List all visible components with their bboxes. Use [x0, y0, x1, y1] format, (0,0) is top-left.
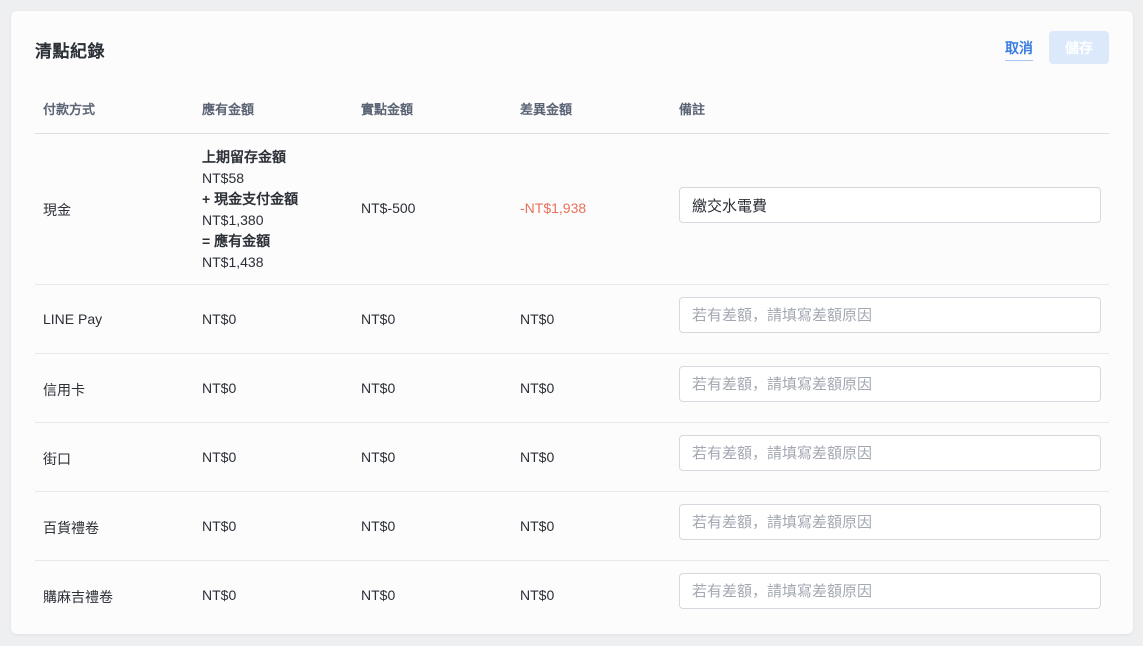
expected-total-value: NT$1,438 [202, 254, 264, 270]
counted-amount: NT$0 [361, 518, 396, 534]
expected-amount-breakdown: 上期留存金額 NT$58 + 現金支付金額 NT$1,380 = 應有金額 NT… [202, 147, 298, 273]
note-input[interactable] [679, 504, 1101, 540]
table-row: LINE Pay NT$0 NT$0 NT$0 [35, 285, 1109, 354]
table-row: 信用卡 NT$0 NT$0 NT$0 [35, 354, 1109, 423]
column-header-counted-amount: 實點金額 [361, 102, 414, 117]
note-input[interactable] [679, 187, 1101, 223]
count-table: 付款方式 應有金額 實點金額 差異金額 備註 現金 上期留存金額 NT$58 +… [35, 89, 1109, 630]
note-input[interactable] [679, 297, 1101, 333]
expected-amount: NT$0 [202, 311, 237, 327]
column-header-payment-method: 付款方式 [43, 102, 96, 117]
counted-amount: NT$0 [361, 449, 396, 465]
note-input[interactable] [679, 435, 1101, 471]
cash-payment-label: + 現金支付金額 [202, 191, 299, 207]
payment-method-label: 現金 [43, 202, 71, 218]
previous-balance-value: NT$58 [202, 170, 245, 186]
cancel-button[interactable]: 取消 [1005, 38, 1033, 61]
difference-amount: NT$0 [520, 587, 555, 603]
difference-amount: NT$0 [520, 380, 555, 396]
expected-amount: NT$0 [202, 380, 237, 396]
difference-amount: NT$0 [520, 518, 555, 534]
difference-amount: NT$0 [520, 449, 555, 465]
expected-amount: NT$0 [202, 518, 237, 534]
previous-balance-label: 上期留存金額 [202, 149, 286, 165]
cash-payment-value: NT$1,380 [202, 212, 264, 228]
counted-amount: NT$0 [361, 587, 396, 603]
payment-method-label: 購麻吉禮卷 [43, 589, 113, 605]
table-row: 百貨禮卷 NT$0 NT$0 NT$0 [35, 492, 1109, 561]
column-header-note: 備註 [679, 102, 706, 117]
column-header-difference: 差異金額 [520, 102, 573, 117]
expected-amount: NT$0 [202, 449, 237, 465]
table-row: 購麻吉禮卷 NT$0 NT$0 NT$0 [35, 561, 1109, 630]
cash-count-card: 清點紀錄 取消 儲存 付款方式 應有金額 實點金額 差異金額 備註 現金 上期留… [11, 11, 1133, 634]
note-input[interactable] [679, 573, 1101, 609]
save-button[interactable]: 儲存 [1049, 31, 1109, 64]
payment-method-label: 百貨禮卷 [43, 520, 99, 536]
counted-amount: NT$0 [361, 311, 396, 327]
difference-amount: NT$0 [520, 311, 555, 327]
payment-method-label: LINE Pay [43, 311, 103, 327]
table-row: 街口 NT$0 NT$0 NT$0 [35, 423, 1109, 492]
payment-method-label: 街口 [43, 451, 71, 467]
column-header-expected-amount: 應有金額 [202, 102, 255, 117]
table-row-cash: 現金 上期留存金額 NT$58 + 現金支付金額 NT$1,380 = 應有金額… [35, 134, 1109, 285]
difference-amount: -NT$1,938 [520, 200, 587, 216]
counted-amount: NT$0 [361, 380, 396, 396]
expected-amount: NT$0 [202, 587, 237, 603]
page-title: 清點紀錄 [35, 42, 105, 61]
payment-method-label: 信用卡 [43, 382, 85, 398]
expected-total-label: = 應有金額 [202, 233, 271, 249]
note-input[interactable] [679, 366, 1101, 402]
table-header: 付款方式 應有金額 實點金額 差異金額 備註 [35, 89, 1109, 134]
counted-amount: NT$-500 [361, 200, 416, 216]
